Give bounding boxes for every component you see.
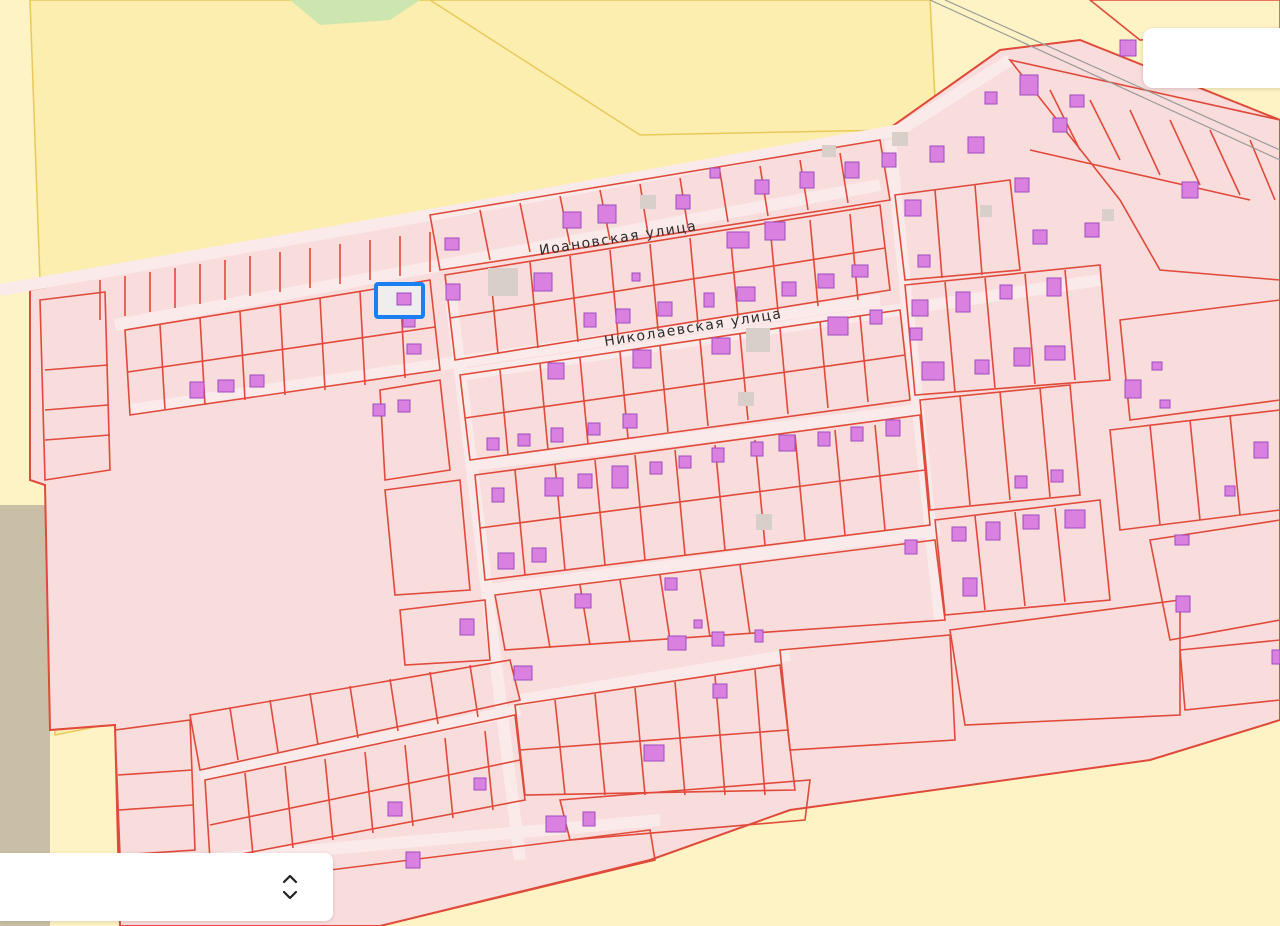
layer-selector-panel[interactable]	[0, 853, 333, 921]
up-down-chevron-icon[interactable]	[275, 867, 305, 907]
cadastral-map[interactable]: Иоановская улица Николаевская улица	[0, 0, 1280, 926]
search-panel[interactable]	[1143, 28, 1280, 88]
stepper-svg	[282, 874, 298, 900]
selected-building	[396, 292, 412, 306]
